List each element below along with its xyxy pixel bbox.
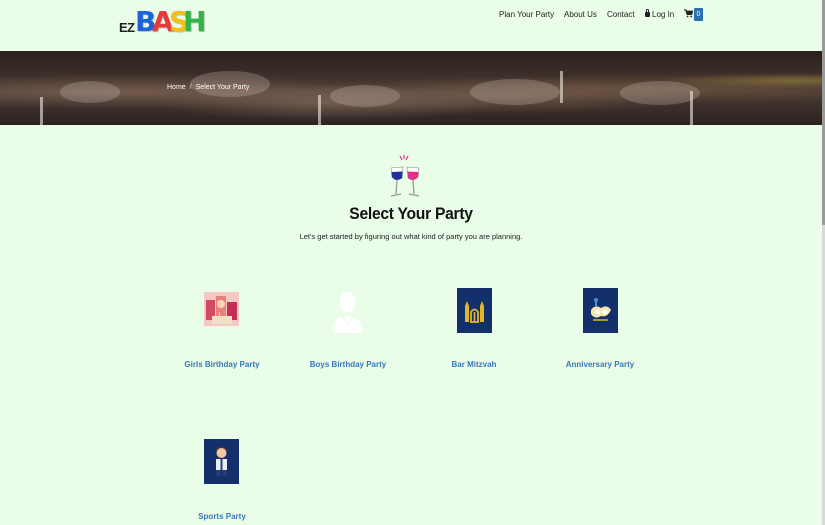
boy-avatar-placeholder xyxy=(330,288,365,333)
party-card-sports[interactable]: Sports Party xyxy=(162,439,282,525)
site-header: EZ B A S H Plan Your Party About Us Cont… xyxy=(0,0,825,51)
hero-table-decor xyxy=(330,85,400,107)
breadcrumb-home[interactable]: Home xyxy=(167,84,186,91)
hero-banner xyxy=(0,51,822,125)
party-card-label[interactable]: Girls Birthday Party xyxy=(162,360,282,369)
hero-table-decor xyxy=(620,81,700,105)
nav-contact[interactable]: Contact xyxy=(607,10,635,19)
toast-glasses-icon xyxy=(390,155,420,197)
hero-candle-decor xyxy=(560,71,563,103)
hero-candle-decor xyxy=(318,95,321,125)
party-card-bar-mitzvah[interactable]: Bar Mitzvah xyxy=(414,288,534,378)
hero-table-decor xyxy=(60,81,120,103)
logo-ez-text: EZ xyxy=(119,20,135,35)
page-title: Select Your Party xyxy=(349,204,473,223)
cart-icon[interactable] xyxy=(684,9,693,18)
hero-table-decor xyxy=(470,79,560,105)
breadcrumb-current: Select Your Party xyxy=(195,84,250,91)
party-card-boys-birthday[interactable]: Boys Birthday Party xyxy=(288,288,408,378)
bar-mitzvah-icon xyxy=(457,288,492,333)
girls-birthday-photo xyxy=(204,292,239,326)
hero-candle-decor xyxy=(40,97,43,125)
party-card-label[interactable]: Bar Mitzvah xyxy=(414,360,534,369)
nav-log-in[interactable]: Log In xyxy=(645,9,675,19)
logo-letter-h: H xyxy=(183,5,207,38)
anniversary-icon xyxy=(583,288,618,333)
party-card-anniversary[interactable]: Anniversary Party xyxy=(540,288,660,378)
party-card-label[interactable]: Anniversary Party xyxy=(540,360,660,369)
sports-player-icon xyxy=(204,439,239,484)
ezbash-logo[interactable]: EZ B A S H xyxy=(119,4,209,38)
party-card-label[interactable]: Sports Party xyxy=(162,512,282,521)
party-card-girls-birthday[interactable]: Girls Birthday Party xyxy=(162,288,282,378)
nav-about-us[interactable]: About Us xyxy=(564,10,597,19)
party-card-label[interactable]: Boys Birthday Party xyxy=(288,360,408,369)
lock-icon xyxy=(645,9,650,17)
nav-plan-your-party[interactable]: Plan Your Party xyxy=(499,10,554,19)
cart-count-badge[interactable]: 0 xyxy=(694,8,703,21)
breadcrumb-separator: / xyxy=(189,84,192,91)
hero-candle-decor xyxy=(690,91,693,125)
nav-log-in-label: Log In xyxy=(652,10,675,19)
page-subtitle: Let's get started by figuring out what k… xyxy=(299,232,523,241)
breadcrumb: Home / Select Your Party xyxy=(167,84,249,91)
